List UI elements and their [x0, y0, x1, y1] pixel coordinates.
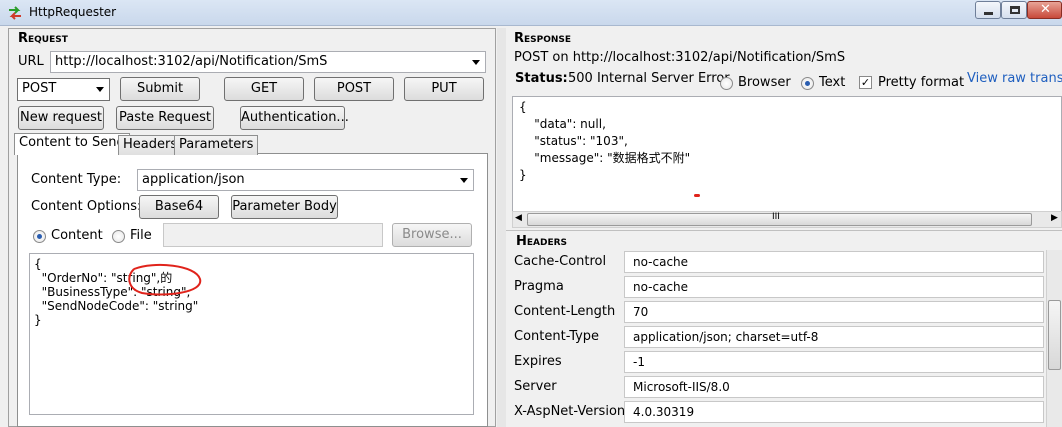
- headers-vertical-scrollbar[interactable]: [1046, 250, 1062, 427]
- window-title: HttpRequester: [29, 5, 117, 19]
- tab-content-to-send[interactable]: Content to Send: [14, 133, 130, 155]
- new-request-button[interactable]: New request: [18, 106, 104, 130]
- url-value: http://localhost:3102/api/Notification/S…: [55, 54, 328, 69]
- header-name: Pragma: [514, 279, 564, 294]
- panel-splitter[interactable]: [497, 28, 506, 427]
- minimize-button[interactable]: [975, 1, 1001, 19]
- status-value: 500 Internal Server Error: [568, 71, 730, 86]
- view-text-label: Text: [819, 75, 846, 90]
- body-line: "SendNodeCode": "string": [34, 299, 199, 313]
- response-section-title: Response: [514, 31, 572, 46]
- method-selected-value: POST: [22, 81, 57, 96]
- content-radio[interactable]: [33, 230, 46, 243]
- chevron-down-icon: [460, 178, 468, 183]
- chevron-down-icon: [96, 87, 104, 92]
- scroll-grip: III: [772, 212, 780, 222]
- submit-button[interactable]: Submit: [120, 77, 200, 101]
- file-radio[interactable]: [112, 230, 125, 243]
- view-browser-label: Browser: [738, 75, 791, 90]
- header-value[interactable]: 4.0.30319: [624, 401, 1044, 423]
- header-name: Content-Length: [514, 304, 616, 319]
- response-line: "message": "数据格式不附": [519, 151, 691, 165]
- header-value[interactable]: Microsoft-IIS/8.0: [624, 376, 1044, 398]
- app-icon: [9, 6, 21, 20]
- content-type-value: application/json: [142, 172, 245, 187]
- red-annotation-circle: [128, 263, 202, 296]
- header-name: Content-Type: [514, 329, 600, 344]
- content-options-label: Content Options:: [31, 199, 142, 214]
- header-value[interactable]: no-cache: [624, 251, 1044, 273]
- body-line: "OrderNo": "string",的: [34, 271, 173, 285]
- authentication-button[interactable]: Authentication...: [240, 106, 349, 130]
- content-type-label: Content Type:: [31, 172, 122, 187]
- url-label: URL: [18, 54, 44, 69]
- request-body-editor[interactable]: { "OrderNo": "string",的 "BusinessType": …: [29, 253, 474, 415]
- post-button[interactable]: POST: [314, 77, 394, 101]
- response-line: {: [519, 100, 527, 114]
- scroll-right-icon: ▶: [1051, 213, 1058, 223]
- scrollbar-thumb[interactable]: III: [527, 212, 1032, 226]
- body-line: "BusinessType": "string",: [34, 285, 191, 299]
- view-text-radio[interactable]: [801, 77, 814, 90]
- close-icon: ✕: [1040, 2, 1051, 17]
- scrollbar-thumb[interactable]: [1048, 300, 1061, 370]
- tab-headers[interactable]: Headers: [118, 135, 183, 155]
- tab-parameters[interactable]: Parameters: [174, 135, 259, 155]
- header-value[interactable]: -1: [624, 351, 1044, 373]
- header-name: Expires: [514, 354, 562, 369]
- browse-button[interactable]: Browse...: [392, 223, 472, 247]
- file-radio-label: File: [130, 228, 152, 243]
- scroll-left-icon: ◀: [515, 213, 522, 223]
- response-body[interactable]: { "data": null, "status": "103", "messag…: [512, 96, 1062, 212]
- header-name: Cache-Control: [514, 254, 607, 269]
- pretty-format-checkbox[interactable]: ✓: [859, 76, 872, 89]
- content-type-select[interactable]: application/json: [137, 169, 474, 191]
- get-button[interactable]: GET: [224, 77, 304, 101]
- response-summary: POST on http://localhost:3102/api/Notifi…: [514, 50, 846, 65]
- header-value[interactable]: 70: [624, 301, 1044, 323]
- close-button[interactable]: ✕: [1027, 1, 1062, 19]
- headers-table: Cache-Control no-cache Pragma no-cache C…: [506, 250, 1046, 427]
- maximize-button[interactable]: [1001, 1, 1027, 19]
- file-path-input[interactable]: [163, 223, 383, 247]
- put-button[interactable]: PUT: [404, 77, 484, 101]
- base64-button[interactable]: Base64: [139, 195, 219, 219]
- status-label: Status:: [515, 71, 568, 86]
- minimize-icon: [984, 12, 993, 15]
- response-line: }: [519, 168, 527, 182]
- header-name: Server: [514, 379, 557, 394]
- response-horizontal-scrollbar[interactable]: ◀ III ▶: [512, 211, 1062, 228]
- body-line: {: [34, 257, 42, 271]
- headers-section-title: Headers: [516, 234, 568, 249]
- view-browser-radio[interactable]: [720, 77, 733, 90]
- content-radio-label: Content: [51, 228, 103, 243]
- response-line: "data": null,: [519, 117, 606, 131]
- method-select[interactable]: POST: [17, 78, 110, 101]
- response-line: "status": "103",: [519, 134, 628, 148]
- pretty-format-label: Pretty format: [878, 75, 965, 90]
- parameter-body-button[interactable]: Parameter Body: [231, 195, 338, 219]
- header-value[interactable]: no-cache: [624, 276, 1044, 298]
- url-input[interactable]: http://localhost:3102/api/Notification/S…: [50, 51, 486, 73]
- paste-request-button[interactable]: Paste Request: [116, 106, 214, 130]
- chevron-down-icon: [472, 60, 480, 65]
- header-value[interactable]: application/json; charset=utf-8: [624, 326, 1044, 348]
- header-name: X-AspNet-Version: [514, 404, 626, 419]
- maximize-icon: [1010, 6, 1020, 14]
- red-annotation-mark: [694, 194, 700, 197]
- title-bar: HttpRequester ✕: [0, 0, 1062, 26]
- body-line: }: [34, 313, 42, 327]
- request-section-title: Request: [18, 31, 68, 46]
- view-raw-link[interactable]: View raw transa: [967, 71, 1062, 86]
